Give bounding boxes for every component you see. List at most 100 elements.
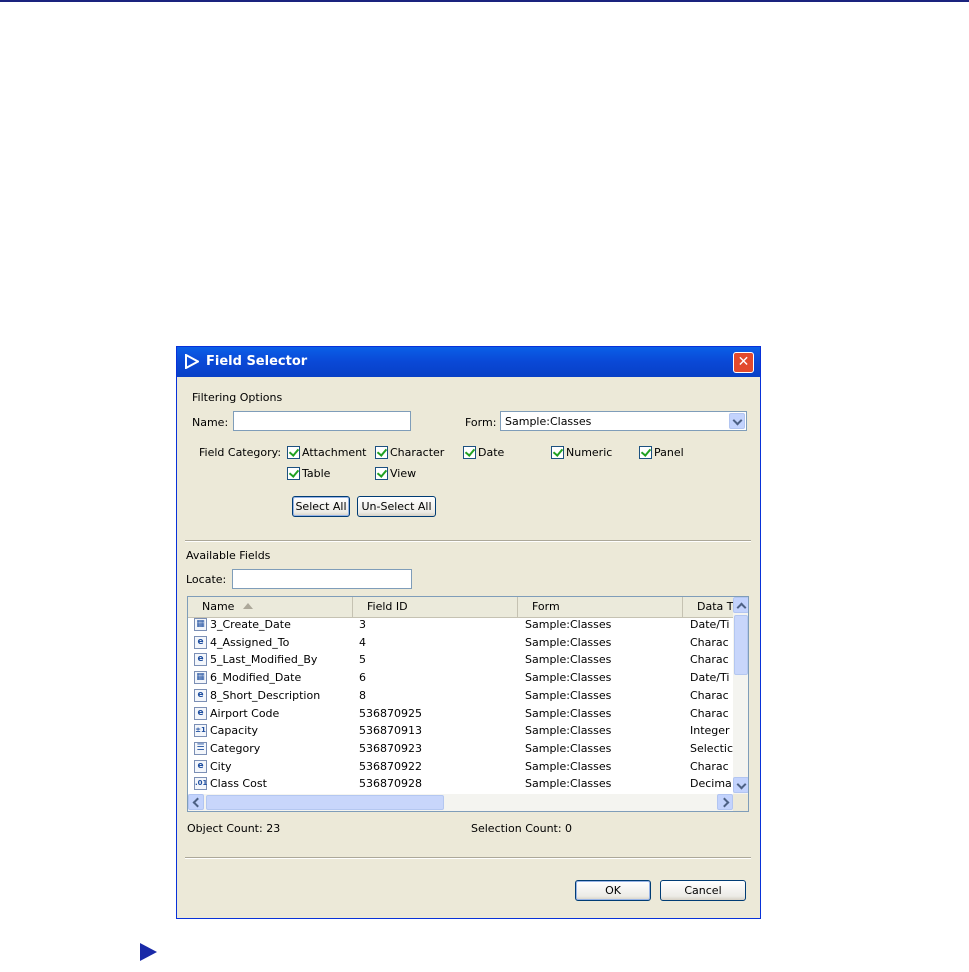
cell-form: Sample:Classes — [525, 724, 612, 738]
table-row[interactable]: e 5_Last_Modified_By 5 Sample:Classes Charac — [188, 652, 733, 670]
scroll-corner — [733, 794, 748, 811]
horizontal-scrollbar[interactable] — [188, 794, 733, 811]
table-row[interactable]: ☰ Category 536870923 Sample:Classes Selectic — [188, 741, 733, 759]
cell-name: 6_Modified_Date — [210, 671, 302, 685]
field-category-label: Field Category: — [199, 446, 282, 459]
table-row[interactable]: ▦ 6_Modified_Date 6 Sample:Classes Date/Ti — [188, 670, 733, 688]
top-rule — [0, 0, 969, 2]
table-row[interactable]: ▦ 3_Create_Date 3 Sample:Classes Date/Ti — [188, 617, 733, 635]
form-dropdown-button[interactable] — [729, 413, 745, 429]
scroll-right-button[interactable] — [717, 794, 733, 810]
cell-form: Sample:Classes — [525, 706, 612, 720]
name-input[interactable] — [233, 411, 411, 431]
form-select-value: Sample:Classes — [505, 415, 592, 428]
checkbox-table[interactable] — [287, 467, 300, 480]
field-type-char-icon: e — [194, 635, 207, 649]
cell-data-type: Integer — [690, 724, 730, 738]
checkbox-character[interactable] — [375, 446, 388, 459]
cell-field-id: 536870928 — [359, 777, 422, 791]
horizontal-scroll-thumb[interactable] — [206, 795, 444, 810]
vertical-scroll-thumb[interactable] — [734, 615, 748, 675]
cell-data-type: Charac — [690, 653, 729, 667]
cell-field-id: 536870922 — [359, 759, 422, 773]
cell-field-id: 536870925 — [359, 706, 422, 720]
unselect-all-button[interactable]: Un-Select All — [357, 496, 436, 517]
cell-data-type: Date/Ti — [690, 618, 730, 631]
select-all-button[interactable]: Select All — [292, 496, 350, 517]
cell-field-id: 3 — [359, 618, 366, 631]
cell-form: Sample:Classes — [525, 759, 612, 773]
scroll-left-button[interactable] — [188, 794, 204, 810]
cell-name: Class Cost — [210, 777, 267, 791]
cell-field-id: 4 — [359, 635, 366, 649]
locate-input[interactable] — [232, 569, 412, 589]
checkbox-numeric[interactable] — [551, 446, 564, 459]
cell-data-type: Charac — [690, 706, 729, 720]
checkbox-view[interactable] — [375, 467, 388, 480]
field-type-int-icon: ±1 — [194, 724, 207, 738]
field-type-char-icon: e — [194, 706, 207, 720]
checkbox-attachment[interactable] — [287, 446, 300, 459]
checkbox-panel[interactable] — [639, 446, 652, 459]
bullet-arrow-icon — [140, 943, 157, 961]
cell-name: 8_Short_Description — [210, 688, 321, 702]
cell-data-type: Decima — [690, 777, 732, 791]
cell-field-id: 5 — [359, 653, 366, 667]
column-header-data-type[interactable]: Data T — [683, 597, 735, 617]
selection-count: Selection Count: 0 — [471, 822, 573, 835]
cell-field-id: 6 — [359, 671, 366, 685]
table-row[interactable]: ±1 Capacity 536870913 Sample:Classes Integer — [188, 723, 733, 741]
field-type-decimal-icon: .01 — [194, 777, 207, 791]
field-type-date-icon: ▦ — [194, 618, 207, 631]
chevron-left-icon — [192, 797, 203, 808]
cell-name: Capacity — [210, 724, 259, 738]
cell-name: 3_Create_Date — [210, 618, 291, 631]
cell-data-type: Date/Ti — [690, 671, 730, 685]
checkbox-date-label: Date — [478, 446, 505, 459]
cell-field-id: 536870913 — [359, 724, 422, 738]
table-row[interactable]: e City 536870922 Sample:Classes Charac — [188, 759, 733, 777]
cell-name: Airport Code — [210, 706, 280, 720]
field-type-select-icon: ☰ — [194, 741, 207, 755]
form-select[interactable]: Sample:Classes — [500, 411, 747, 431]
checkbox-view-label: View — [390, 467, 417, 480]
cell-form: Sample:Classes — [525, 618, 612, 631]
cell-form: Sample:Classes — [525, 777, 612, 791]
filtering-options-heading: Filtering Options — [192, 391, 283, 404]
table-row[interactable]: e Airport Code 536870925 Sample:Classes Char… — [188, 706, 733, 724]
cancel-button[interactable]: Cancel — [660, 880, 746, 901]
dialog-title: Field Selector — [206, 354, 308, 369]
column-header-field-id[interactable]: Field ID — [353, 597, 518, 617]
name-label: Name: — [192, 416, 229, 429]
chevron-up-icon — [736, 602, 747, 613]
cell-field-id: 8 — [359, 688, 366, 702]
cell-form: Sample:Classes — [525, 653, 612, 667]
ok-button[interactable]: OK — [575, 880, 651, 901]
checkbox-table-label: Table — [302, 467, 331, 480]
cell-data-type: Charac — [690, 635, 729, 649]
close-button[interactable]: ✕ — [733, 352, 754, 373]
cell-data-type: Charac — [690, 759, 729, 773]
sort-ascending-icon — [243, 603, 254, 609]
cell-name: 4_Assigned_To — [210, 635, 290, 649]
column-header-name[interactable]: Name — [188, 597, 353, 617]
cell-form: Sample:Classes — [525, 635, 612, 649]
checkbox-date[interactable] — [463, 446, 476, 459]
checkbox-numeric-label: Numeric — [566, 446, 613, 459]
table-row[interactable]: .01 Class Cost 536870928 Sample:Classes Deci… — [188, 776, 733, 793]
field-selector-dialog: Field Selector ✕ Filtering Options Name:… — [176, 346, 761, 919]
table-body: ▦ 3_Create_Date 3 Sample:Classes Date/Ti e 4_A… — [188, 617, 733, 793]
footer-divider — [185, 857, 751, 859]
field-type-char-icon: e — [194, 759, 207, 773]
chevron-down-icon — [732, 415, 743, 426]
column-header-form[interactable]: Form — [518, 597, 683, 617]
vertical-scrollbar[interactable] — [733, 597, 748, 795]
scroll-up-button[interactable] — [733, 597, 748, 613]
table-row[interactable]: e 8_Short_Description 8 Sample:Classes Chara… — [188, 688, 733, 706]
title-bar[interactable]: Field Selector ✕ — [177, 347, 760, 377]
table-header: Name Field ID Form Data T — [188, 597, 733, 618]
scroll-down-button[interactable] — [733, 777, 748, 793]
table-row[interactable]: e 4_Assigned_To 4 Sample:Classes Charac — [188, 635, 733, 653]
cell-field-id: 536870923 — [359, 741, 422, 755]
cell-data-type: Selectic — [690, 741, 733, 755]
